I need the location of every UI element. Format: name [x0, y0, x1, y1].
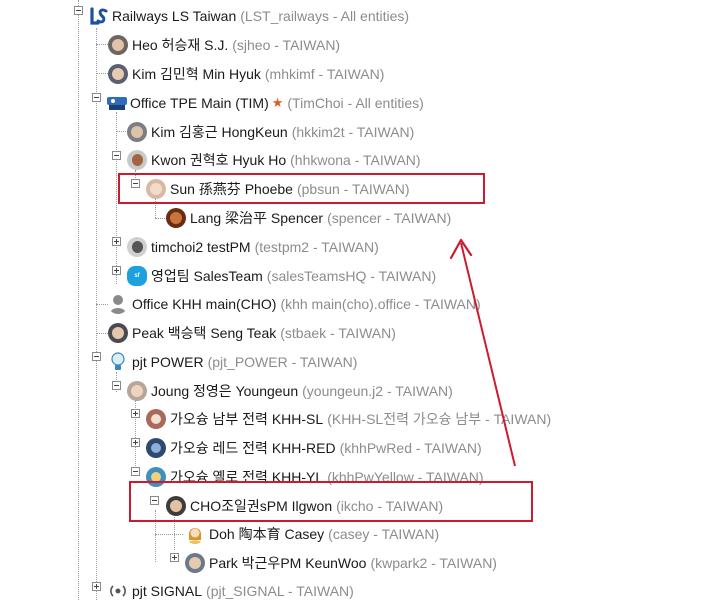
tree-node[interactable]: Doh 陶本育 Casey (casey - TAIWAN)	[185, 522, 439, 546]
node-name: 가오슝 레드 전력 KHH-RED	[170, 440, 336, 456]
node-detail: (khhPwRed - TAIWAN)	[339, 440, 482, 456]
tree-node[interactable]: Joung 정영은 Youngeun (youngeun.j2 - TAIWAN…	[127, 379, 453, 403]
collapse-toggle[interactable]	[112, 151, 121, 160]
tree-connector	[96, 73, 108, 74]
user-photo-icon	[185, 553, 205, 573]
expand-toggle[interactable]	[112, 266, 121, 275]
node-name: Kim 김홍근 HongKeun	[151, 124, 288, 140]
node-name: timchoi2 testPM	[151, 239, 251, 255]
team-icon	[146, 409, 166, 429]
office-logo-icon	[106, 93, 128, 113]
node-name: Peak 백승택 Seng Teak	[132, 325, 277, 341]
highlight-box-cho	[129, 481, 533, 522]
collapse-toggle[interactable]	[112, 381, 121, 390]
team-icon	[146, 438, 166, 458]
tree-node[interactable]: Park 박근우PM KeunWoo (kwpark2 - TAIWAN)	[185, 551, 497, 575]
salesforce-cloud-icon: sf	[127, 266, 147, 286]
node-detail: (pjt_SIGNAL - TAIWAN)	[206, 583, 354, 599]
tree-node[interactable]: Lang 梁治平 Spencer (spencer - TAIWAN)	[166, 206, 451, 230]
node-detail: (testpm2 - TAIWAN)	[254, 239, 379, 255]
node-name: Office TPE Main (TIM)	[130, 95, 269, 111]
tree-connector	[96, 333, 108, 334]
node-detail: (khh main(cho).office - TAIWAN)	[280, 296, 481, 312]
tree-node[interactable]: Peak 백승택 Seng Teak (stbaek - TAIWAN)	[108, 321, 396, 345]
node-detail: (casey - TAIWAN)	[328, 526, 440, 542]
tree-node[interactable]: 가오슝 레드 전력 KHH-RED (khhPwRed - TAIWAN)	[146, 436, 482, 460]
tree-node[interactable]: 가오슝 남부 전력 KHH-SL (KHH-SL전력 가오슝 남부 - TAIW…	[146, 407, 551, 431]
expand-toggle[interactable]	[92, 582, 101, 591]
user-photo-icon	[127, 122, 147, 142]
ls-logo-icon	[88, 6, 110, 26]
tree-connector	[116, 112, 117, 284]
tree-node-root[interactable]: Railways LS Taiwan (LST_railways - All e…	[88, 4, 409, 28]
tree-node[interactable]: Office KHH main(CHO) (khh main(cho).offi…	[108, 292, 481, 316]
tree-node[interactable]: Kim 김홍근 HongKeun (hkkim2t - TAIWAN)	[127, 120, 414, 144]
node-detail: (kwpark2 - TAIWAN)	[370, 555, 497, 571]
expand-toggle[interactable]	[170, 553, 179, 562]
node-detail: (hkkim2t - TAIWAN)	[291, 124, 415, 140]
expand-toggle[interactable]	[131, 438, 140, 447]
tree-node[interactable]: Heo 허승재 S.J. (sjheo - TAIWAN)	[108, 33, 340, 57]
node-name: Heo 허승재 S.J.	[132, 37, 229, 53]
node-detail: (pjt_POWER - TAIWAN)	[207, 354, 358, 370]
node-name: pjt SIGNAL	[132, 583, 203, 599]
node-detail: (stbaek - TAIWAN)	[280, 325, 396, 341]
tree-connector	[96, 28, 97, 600]
node-name: 영업팀 SalesTeam	[151, 268, 263, 284]
node-name: Doh 陶本育 Casey	[209, 526, 325, 542]
user-photo-icon	[108, 323, 128, 343]
node-name: Office KHH main(CHO)	[132, 296, 277, 312]
tree-connector	[96, 304, 108, 305]
user-photo-icon	[127, 150, 147, 170]
node-detail: (hhkwona - TAIWAN)	[290, 152, 421, 168]
node-detail: (TimChoi - All entities)	[287, 95, 424, 111]
tree-connector	[96, 44, 108, 45]
node-name: pjt POWER	[132, 354, 204, 370]
node-name: Kwon 권혁호 Hyuk Ho	[151, 152, 287, 168]
user-photo-icon	[127, 237, 147, 257]
expand-toggle[interactable]	[112, 237, 121, 246]
expand-toggle[interactable]	[131, 409, 140, 418]
tree-node-pjt-power[interactable]: pjt POWER (pjt_POWER - TAIWAN)	[108, 350, 357, 374]
node-name: Lang 梁治平 Spencer	[190, 210, 324, 226]
node-name: 가오슝 남부 전력 KHH-SL	[170, 411, 324, 427]
node-detail: (mhkimf - TAIWAN)	[264, 66, 385, 82]
signal-icon	[108, 581, 128, 601]
collapse-toggle[interactable]	[92, 93, 101, 102]
tree-node[interactable]: Kim 김민혁 Min Hyuk (mhkimf - TAIWAN)	[108, 62, 384, 86]
node-detail: (LST_railways - All entities)	[240, 8, 410, 24]
lightbulb-icon	[108, 352, 128, 372]
tree-node-office-tpe[interactable]: Office TPE Main (TIM) ★ (TimChoi - All e…	[106, 91, 424, 115]
node-detail: (sjheo - TAIWAN)	[232, 37, 341, 53]
default-user-icon	[108, 294, 128, 314]
node-name: Kim 김민혁 Min Hyuk	[132, 66, 261, 82]
node-detail: (youngeun.j2 - TAIWAN)	[302, 383, 453, 399]
user-photo-icon	[166, 208, 186, 228]
collapse-toggle[interactable]	[92, 352, 101, 361]
node-name: Railways LS Taiwan	[112, 8, 237, 24]
user-photo-icon	[127, 381, 147, 401]
highlight-box-sun	[118, 173, 485, 204]
collapse-toggle[interactable]	[131, 467, 140, 476]
tree-connector	[78, 0, 79, 600]
node-detail: (KHH-SL전력 가오슝 남부 - TAIWAN)	[327, 411, 552, 427]
tree-node[interactable]: timchoi2 testPM (testpm2 - TAIWAN)	[127, 235, 379, 259]
user-photo-icon	[108, 35, 128, 55]
tree-node-pjt-signal[interactable]: pjt SIGNAL (pjt_SIGNAL - TAIWAN)	[108, 579, 354, 603]
node-detail: (spencer - TAIWAN)	[327, 210, 452, 226]
user-avatar-icon	[185, 524, 205, 544]
tree-connector	[155, 534, 183, 535]
collapse-toggle[interactable]	[74, 6, 83, 15]
tree-node[interactable]: Kwon 권혁호 Hyuk Ho (hhkwona - TAIWAN)	[127, 148, 421, 172]
user-photo-icon	[108, 64, 128, 84]
tree-node[interactable]: sf 영업팀 SalesTeam (salesTeamsHQ - TAIWAN)	[127, 264, 436, 288]
node-name: Joung 정영은 Youngeun	[151, 383, 299, 399]
node-detail: (salesTeamsHQ - TAIWAN)	[266, 268, 437, 284]
favorite-star-icon[interactable]: ★	[272, 95, 284, 111]
node-name: Park 박근우PM KeunWoo	[209, 555, 367, 571]
